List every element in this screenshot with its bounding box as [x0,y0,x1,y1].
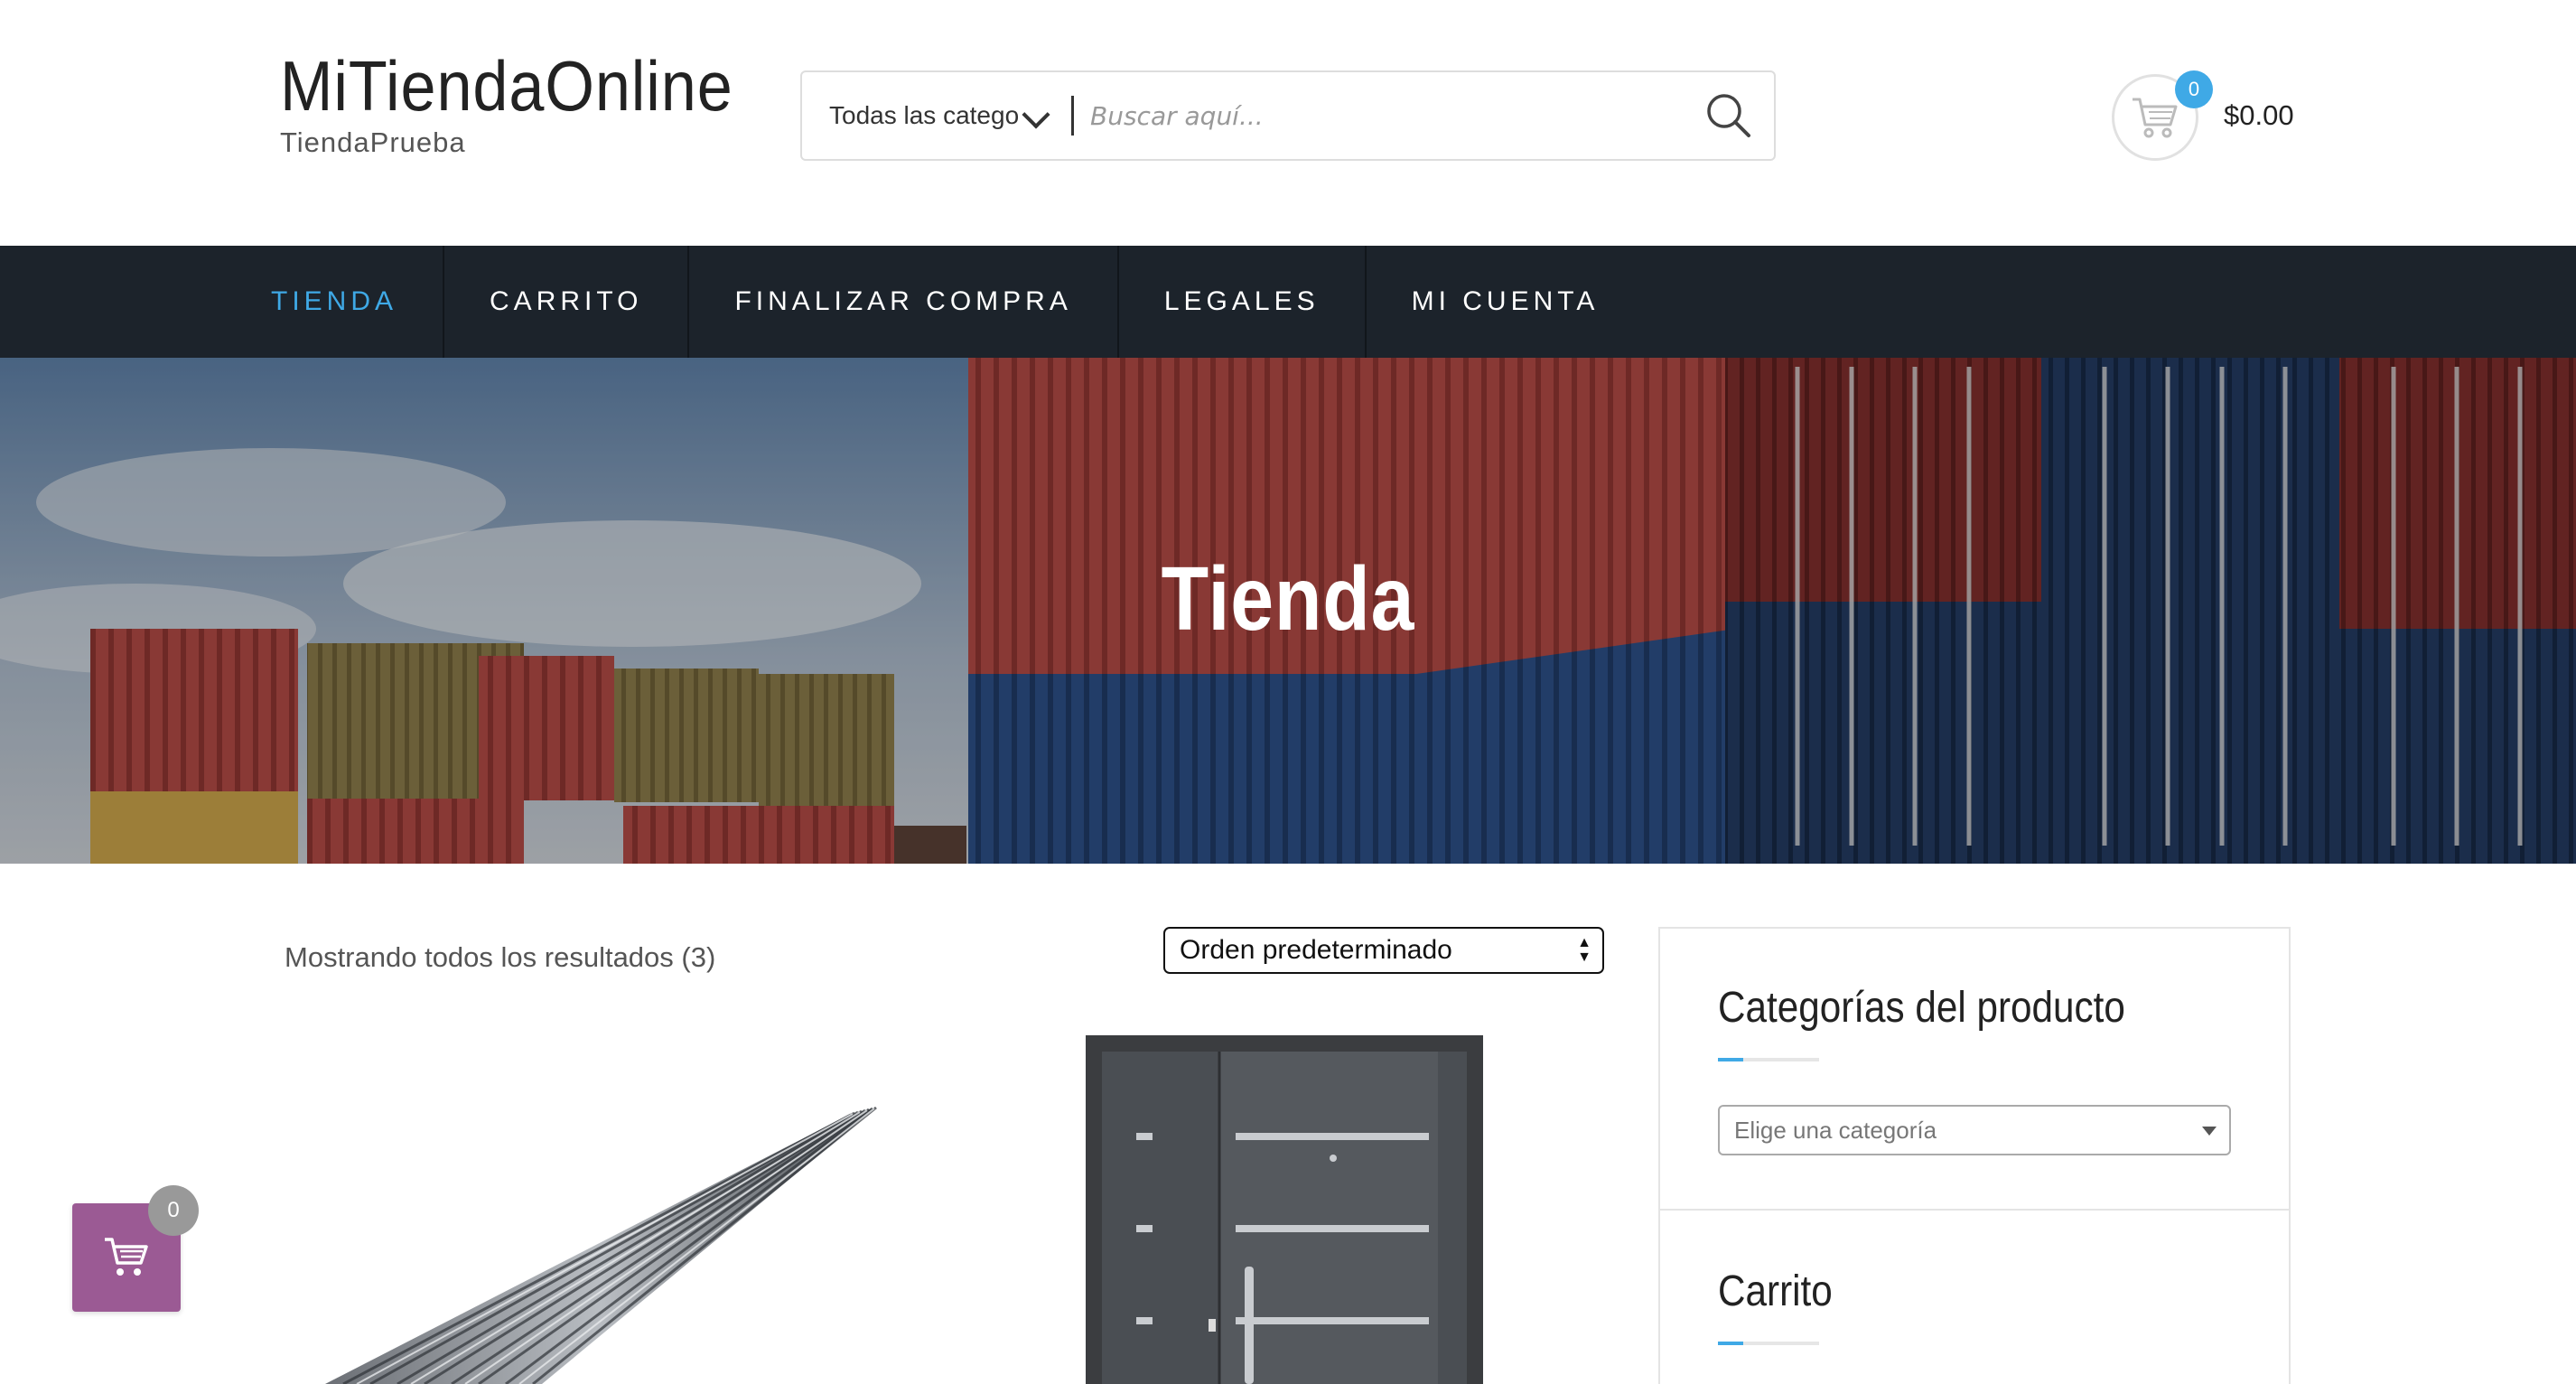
header-cart-count-badge: 0 [2175,70,2213,108]
nav-item-mi-cuenta[interactable]: MI CUENTA [1367,246,1645,358]
orderby-select[interactable]: Orden predeterminado ▲ ▼ [1163,927,1604,974]
product-search-form: Todas las catego [800,70,1776,161]
corrugated-metal-sheet-image [325,1106,877,1384]
cart-icon [105,1238,148,1276]
site-tagline: TiendaPrueba [280,126,466,158]
widget-title-categories: Categorías del producto [1718,984,2125,1032]
site-header: MiTiendaOnline TiendaPrueba Todas las ca… [0,0,2576,246]
dropdown-arrow-icon [2202,1127,2217,1136]
search-icon [1707,94,1750,137]
site-branding[interactable]: MiTiendaOnline TiendaPrueba [280,43,783,159]
main-navigation: TIENDA CARRITO FINALIZAR COMPRA LEGALES … [0,246,2576,358]
orderby-selected-value: Orden predeterminado [1180,935,1452,965]
widget-title-underline [1718,1058,1819,1061]
site-title[interactable]: MiTiendaOnline [280,43,733,128]
chevron-down-icon [1022,100,1050,129]
product-image-corrugated-sheet[interactable] [316,1035,891,1384]
nav-item-tienda[interactable]: TIENDA [226,246,445,358]
header-cart-total[interactable]: $0.00 [2224,99,2294,132]
search-category-select[interactable]: Todas las catego [802,72,1071,159]
search-button[interactable] [1684,72,1774,159]
nav-item-carrito[interactable]: CARRITO [444,246,690,358]
result-count: Mostrando todos los resultados (3) [285,941,716,973]
floating-cart-count-badge: 0 [148,1185,199,1236]
page-title: Tienda [1161,548,1415,650]
search-category-label: Todas las catego [829,101,1020,129]
cart-icon [2133,98,2178,138]
widget-title-cart: Carrito [1718,1267,1833,1315]
search-input[interactable] [1074,72,1684,159]
product-categories-widget: Categorías del producto Elige una catego… [1660,929,2289,1211]
shop-sidebar: Categorías del producto Elige una catego… [1658,927,2291,1384]
hero-banner: Tienda [0,358,2576,864]
category-dropdown[interactable]: Elige una categoría [1718,1105,2231,1155]
security-door-image [1086,1035,1483,1384]
category-dropdown-placeholder: Elige una categoría [1734,1116,1937,1144]
cart-widget: Carrito [1660,1211,2289,1345]
widget-title-underline [1718,1342,1819,1345]
product-image-door[interactable] [1086,1035,1483,1384]
nav-item-legales[interactable]: LEGALES [1119,246,1367,358]
nav-item-finalizar-compra[interactable]: FINALIZAR COMPRA [689,246,1119,358]
select-arrows-icon: ▲ ▼ [1577,935,1591,965]
